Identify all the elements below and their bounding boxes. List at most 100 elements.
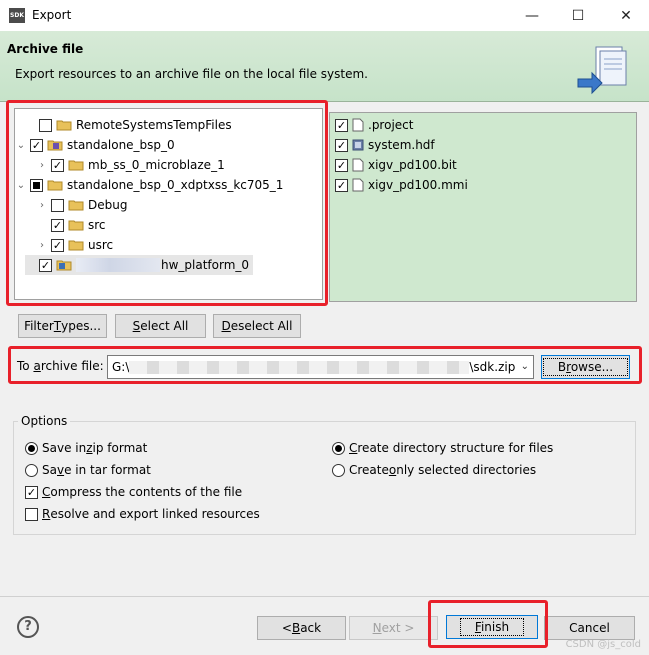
tree-checkbox[interactable] <box>51 198 64 212</box>
save-zip-radio[interactable]: Save in z ip format <box>25 441 147 455</box>
hdf-file-icon <box>352 139 364 151</box>
create-dir-structure-radio[interactable]: Create directory structure for files <box>332 441 553 455</box>
file-list[interactable]: ✓ .project ✓ system.hdf ✓ xigv_pd100.bit… <box>329 112 637 302</box>
help-icon[interactable]: ? <box>17 616 39 638</box>
file-checkbox[interactable]: ✓ <box>335 118 348 132</box>
radio-indicator[interactable] <box>332 441 345 455</box>
watermark: CSDN @js_cold <box>565 639 641 650</box>
chevron-right-icon[interactable]: › <box>37 160 47 171</box>
resolve-linked-checkbox[interactable]: Resolve and export linked resources <box>25 507 260 521</box>
banner-description: Export resources to an archive file on t… <box>15 67 368 81</box>
radio-indicator[interactable] <box>332 463 345 477</box>
browse-button[interactable]: Browse... <box>541 355 630 379</box>
file-checkbox[interactable]: ✓ <box>335 158 348 172</box>
file-icon <box>352 158 364 172</box>
file-item-project[interactable]: ✓ .project <box>335 115 413 135</box>
cancel-button[interactable]: Cancel <box>544 616 635 640</box>
radio-indicator[interactable] <box>25 441 38 455</box>
button-label: elect All <box>140 319 189 333</box>
button-label: Filter <box>24 319 54 333</box>
file-icon <box>352 118 364 132</box>
folder-icon <box>68 200 84 211</box>
select-all-button[interactable]: Select All <box>115 314 206 338</box>
tree-item-label: RemoteSystemsTempFiles <box>76 118 232 132</box>
tree-checkbox[interactable]: ✓ <box>51 238 64 252</box>
wizard-banner: Archive file Export resources to an arch… <box>0 31 649 101</box>
mnemonic: T <box>53 319 62 333</box>
tree-checkbox[interactable]: ✓ <box>39 258 52 272</box>
file-item-label: system.hdf <box>368 138 435 152</box>
file-item-label: xigv_pd100.mmi <box>368 178 468 192</box>
minimize-button[interactable]: — <box>509 0 555 31</box>
tree-item-remotesystemstempfiles[interactable]: RemoteSystemsTempFiles <box>25 115 232 135</box>
close-button[interactable]: ✕ <box>603 0 649 31</box>
file-checkbox[interactable]: ✓ <box>335 138 348 152</box>
redacted-path <box>129 361 470 374</box>
tree-item-debug[interactable]: › Debug <box>37 195 127 215</box>
tree-item-label: mb_ss_0_microblaze_1 <box>88 158 225 172</box>
tree-checkbox[interactable]: ✓ <box>30 138 43 152</box>
archive-file-combo[interactable]: G:\ \sdk.zip ⌄ <box>107 355 534 379</box>
options-legend: Options <box>18 414 71 428</box>
tree-item-hw-platform-0[interactable]: ✓ hw_platform_0 <box>25 255 254 275</box>
mnemonic: S <box>132 319 141 333</box>
tree-item-label: standalone_bsp_0 <box>67 138 175 152</box>
tree-item-src[interactable]: ✓ src <box>37 215 106 235</box>
tree-item-label: usrc <box>88 238 114 252</box>
footer-divider <box>0 596 649 597</box>
back-button[interactable]: < Back <box>257 616 346 640</box>
tree-item-mb-ss-0-microblaze-1[interactable]: › ✓ mb_ss_0_microblaze_1 <box>37 155 225 175</box>
folder-icon <box>68 240 84 251</box>
tree-item-label: src <box>88 218 106 232</box>
file-item-system-hdf[interactable]: ✓ system.hdf <box>335 135 435 155</box>
checkbox-indicator[interactable]: ✓ <box>25 485 38 499</box>
sdk-app-icon: SDK <box>9 8 25 23</box>
file-item-mmi[interactable]: ✓ xigv_pd100.mmi <box>335 175 468 195</box>
title-bar: SDK Export — ☐ ✕ <box>0 0 649 31</box>
resource-tree[interactable]: RemoteSystemsTempFiles ⌄ ✓ standalone_bs… <box>14 108 323 300</box>
archive-file-label: To archive file: <box>17 359 104 373</box>
tree-checkbox[interactable]: ✓ <box>51 218 64 232</box>
maximize-button[interactable]: ☐ <box>555 0 601 31</box>
folder-icon <box>47 180 63 191</box>
next-button: Next > <box>349 616 438 640</box>
chevron-down-icon[interactable]: ⌄ <box>521 361 529 372</box>
button-label: eselect All <box>230 319 293 333</box>
tree-checkbox[interactable] <box>30 178 43 192</box>
tree-checkbox[interactable]: ✓ <box>51 158 64 172</box>
chevron-right-icon[interactable]: › <box>37 240 47 251</box>
save-tar-radio[interactable]: Sa v e in tar format <box>25 463 151 477</box>
compress-checkbox[interactable]: ✓ Compress the contents of the file <box>25 485 242 499</box>
finish-button[interactable]: Finish <box>446 615 538 639</box>
create-selected-dirs-radio[interactable]: Create o nly selected directories <box>332 463 536 477</box>
file-item-label: .project <box>368 118 414 132</box>
file-icon <box>352 178 364 192</box>
deselect-all-button[interactable]: Deselect All <box>213 314 301 338</box>
archive-wizard-icon <box>577 46 627 95</box>
tree-item-label: hw_platform_0 <box>161 258 250 272</box>
folder-icon <box>68 220 84 231</box>
mnemonic: D <box>221 319 231 333</box>
button-label: ypes... <box>61 319 101 333</box>
chevron-down-icon[interactable]: ⌄ <box>16 180 26 191</box>
folder-open-icon <box>56 120 72 131</box>
hw-project-icon <box>56 260 72 271</box>
banner-divider <box>0 101 649 102</box>
chevron-right-icon[interactable]: › <box>37 200 47 211</box>
chevron-down-icon[interactable]: ⌄ <box>16 140 26 151</box>
folder-icon <box>68 160 84 171</box>
tree-item-standalone-bsp-0[interactable]: ⌄ ✓ standalone_bsp_0 <box>16 135 175 155</box>
tree-checkbox[interactable] <box>39 118 52 132</box>
window-title: Export <box>32 8 72 22</box>
file-item-label: xigv_pd100.bit <box>368 158 457 172</box>
filter-types-button[interactable]: Filter Types... <box>18 314 107 338</box>
file-item-bit[interactable]: ✓ xigv_pd100.bit <box>335 155 457 175</box>
tree-item-label: Debug <box>88 198 128 212</box>
file-checkbox[interactable]: ✓ <box>335 178 348 192</box>
radio-indicator[interactable] <box>25 463 38 477</box>
tree-item-label: standalone_bsp_0_xdptxss_kc705_1 <box>67 178 284 192</box>
checkbox-indicator[interactable] <box>25 507 38 521</box>
bsp-project-icon <box>47 140 63 151</box>
tree-item-usrc[interactable]: › ✓ usrc <box>37 235 113 255</box>
tree-item-standalone-bsp-0-xdptxss[interactable]: ⌄ standalone_bsp_0_xdptxss_kc705_1 <box>16 175 284 195</box>
